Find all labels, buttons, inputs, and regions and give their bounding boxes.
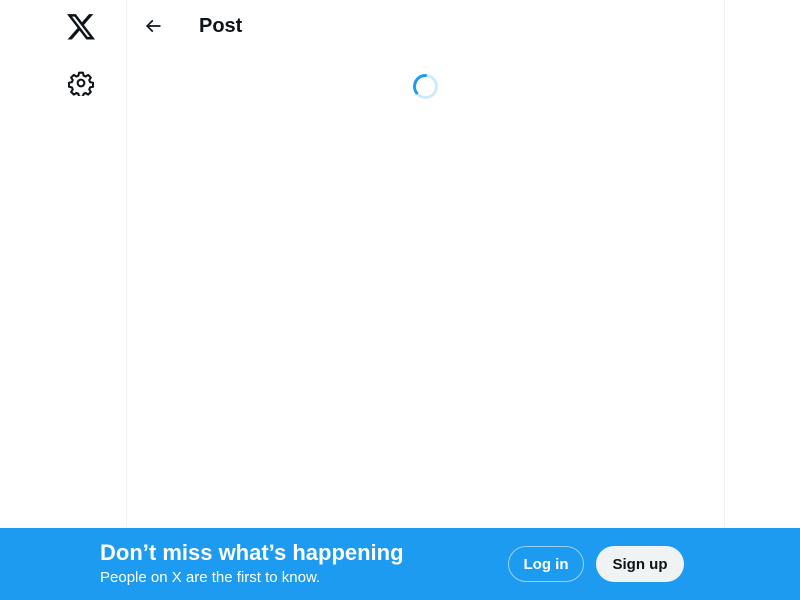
page-title: Post: [199, 15, 243, 37]
x-logo-icon: [67, 14, 95, 40]
page-header: Post: [127, 0, 724, 53]
login-prompt-banner: Don’t miss what’s happening People on X …: [0, 528, 800, 600]
sign-up-button[interactable]: Sign up: [596, 546, 684, 582]
home-logo-link[interactable]: [59, 5, 103, 49]
settings-link[interactable]: [59, 61, 103, 105]
back-button[interactable]: [135, 8, 171, 44]
arrow-left-icon: [145, 19, 161, 33]
primary-column: Post: [126, 0, 725, 600]
gear-icon: [68, 71, 94, 96]
app-root: Post Don’t miss what’s happening People …: [0, 0, 800, 600]
left-nav: [0, 0, 126, 600]
log-in-button[interactable]: Log in: [508, 546, 584, 582]
banner-title: Don’t miss what’s happening: [100, 540, 404, 565]
loading-spinner-icon: [413, 74, 438, 99]
banner-subtitle: People on X are the first to know.: [100, 569, 321, 586]
